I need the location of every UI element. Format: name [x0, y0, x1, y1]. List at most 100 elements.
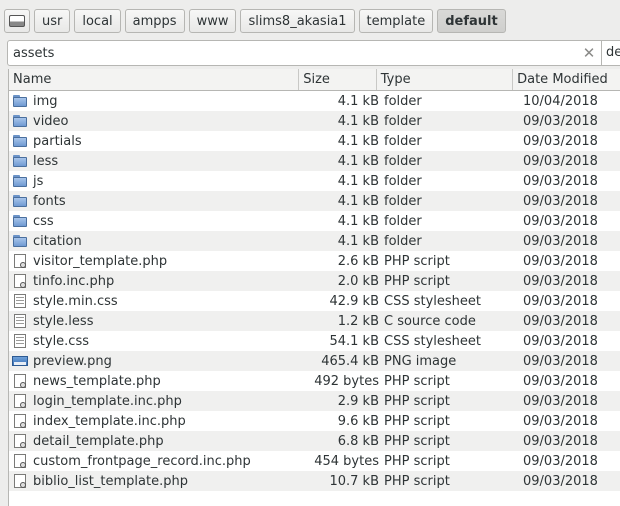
file-row[interactable]: custom_frontpage_record.inc.php 454 bytes… — [9, 451, 620, 471]
file-date-modified: 09/03/2018 — [523, 233, 598, 249]
file-name-cell: detail_template.php — [9, 433, 305, 449]
file-size: 4.1 kB — [337, 173, 379, 189]
doc-icon — [12, 293, 28, 309]
folder-icon — [12, 133, 28, 149]
breadcrumb-slims8-akasia1[interactable]: slims8_akasia1 — [240, 9, 355, 33]
file-name-cell: js — [9, 173, 305, 189]
file-name: visitor_template.php — [33, 253, 168, 269]
breadcrumb-usr[interactable]: usr — [34, 9, 71, 33]
script-icon — [12, 433, 28, 449]
column-header-type[interactable]: Type — [377, 69, 514, 90]
file-row[interactable]: style.min.css 42.9 kB CSS stylesheet 09/03/… — [9, 291, 620, 311]
breadcrumb-ampps[interactable]: ampps — [124, 9, 185, 33]
file-size: 2.6 kB — [337, 253, 379, 269]
file-date-modified: 09/03/2018 — [523, 213, 598, 229]
file-name-cell: style.min.css — [9, 293, 305, 309]
file-size: 4.1 kB — [337, 93, 379, 109]
file-date-modified: 09/03/2018 — [523, 413, 598, 429]
drive-icon — [9, 15, 25, 27]
column-header-name[interactable]: Name — [9, 69, 300, 90]
file-name-cell: partials — [9, 133, 305, 149]
script-icon — [12, 253, 28, 269]
file-date-modified: 09/03/2018 — [523, 273, 598, 289]
secondary-entry[interactable]: de — [602, 40, 620, 66]
file-name: css — [33, 213, 54, 229]
file-size: 4.1 kB — [337, 153, 379, 169]
breadcrumb-local[interactable]: local — [74, 9, 121, 33]
file-row[interactable]: js 4.1 kB folder 09/03/2018 — [9, 171, 620, 191]
file-type: PHP script — [384, 273, 450, 289]
file-date-modified: 09/03/2018 — [523, 133, 598, 149]
file-row[interactable]: citation 4.1 kB folder 09/03/2018 — [9, 231, 620, 251]
file-name-cell: less — [9, 153, 305, 169]
file-name: img — [33, 93, 58, 109]
file-row[interactable]: login_template.inc.php 2.9 kB PHP script 09… — [9, 391, 620, 411]
file-name: preview.png — [33, 353, 112, 369]
file-size: 4.1 kB — [337, 113, 379, 129]
location-input[interactable] — [13, 45, 573, 61]
clear-icon[interactable]: ✕ — [581, 45, 597, 61]
file-name-cell: index_template.inc.php — [9, 413, 305, 429]
file-size: 6.8 kB — [337, 433, 379, 449]
file-row[interactable]: biblio_list_template.php 10.7 kB PHP scrip… — [9, 471, 620, 491]
location-bar: ✕ — [7, 40, 602, 66]
file-size: 10.7 kB — [329, 473, 379, 489]
file-date-modified: 09/03/2018 — [523, 473, 598, 489]
file-row[interactable]: preview.png 465.4 kB PNG image 09/03/2018 — [9, 351, 620, 371]
file-row[interactable]: style.css 54.1 kB CSS stylesheet 09/03/2018 — [9, 331, 620, 351]
file-name-cell: biblio_list_template.php — [9, 473, 305, 489]
file-type: PHP script — [384, 473, 450, 489]
file-name-cell: style.css — [9, 333, 305, 349]
file-row[interactable]: less 4.1 kB folder 09/03/2018 — [9, 151, 620, 171]
file-name: js — [33, 173, 44, 189]
file-date-modified: 09/03/2018 — [523, 373, 598, 389]
file-row[interactable]: partials 4.1 kB folder 09/03/2018 — [9, 131, 620, 151]
file-size: 42.9 kB — [329, 293, 379, 309]
file-name: fonts — [33, 193, 66, 209]
file-name: less — [33, 153, 59, 169]
file-type: CSS stylesheet — [384, 333, 481, 349]
file-size: 1.2 kB — [337, 313, 379, 329]
file-name: partials — [33, 133, 82, 149]
drive-root-button[interactable] — [4, 9, 30, 33]
file-size: 465.4 kB — [321, 353, 379, 369]
file-name: detail_template.php — [33, 433, 164, 449]
file-type: folder — [384, 93, 422, 109]
file-name-cell: preview.png — [9, 353, 305, 369]
file-row[interactable]: img 4.1 kB folder 10/04/2018 — [9, 91, 620, 111]
breadcrumb-template[interactable]: template — [358, 9, 434, 33]
file-row[interactable]: news_template.php 492 bytes PHP script 09/0… — [9, 371, 620, 391]
file-date-modified: 09/03/2018 — [523, 113, 598, 129]
file-name-cell: style.less — [9, 313, 305, 329]
doc-icon — [12, 313, 28, 329]
file-row[interactable]: index_template.inc.php 9.6 kB PHP script 09… — [9, 411, 620, 431]
doc-icon — [12, 333, 28, 349]
file-size: 4.1 kB — [337, 133, 379, 149]
file-size: 4.1 kB — [337, 193, 379, 209]
file-row[interactable]: fonts 4.1 kB folder 09/03/2018 — [9, 191, 620, 211]
script-icon — [12, 453, 28, 469]
file-type: folder — [384, 233, 422, 249]
file-name: video — [33, 113, 69, 129]
file-type: folder — [384, 173, 422, 189]
breadcrumb-default[interactable]: default — [437, 9, 506, 33]
folder-icon — [12, 93, 28, 109]
folder-icon — [12, 193, 28, 209]
column-header-size[interactable]: Size — [299, 69, 377, 90]
file-date-modified: 09/03/2018 — [523, 253, 598, 269]
file-date-modified: 09/03/2018 — [523, 293, 598, 309]
file-type: folder — [384, 213, 422, 229]
breadcrumb-www[interactable]: www — [188, 9, 237, 33]
file-row[interactable]: tinfo.inc.php 2.0 kB PHP script 09/03/2018 — [9, 271, 620, 291]
file-row[interactable]: video 4.1 kB folder 09/03/2018 — [9, 111, 620, 131]
file-type: folder — [384, 193, 422, 209]
file-row[interactable]: visitor_template.php 2.6 kB PHP script 09/0… — [9, 251, 620, 271]
file-date-modified: 09/03/2018 — [523, 453, 598, 469]
folder-icon — [12, 233, 28, 249]
file-row[interactable]: css 4.1 kB folder 09/03/2018 — [9, 211, 620, 231]
file-name-cell: custom_frontpage_record.inc.php — [9, 453, 305, 469]
column-header-date-modified[interactable]: Date Modified — [513, 69, 620, 90]
file-row[interactable]: style.less 1.2 kB C source code 09/03/2018 — [9, 311, 620, 331]
file-name-cell: fonts — [9, 193, 305, 209]
file-row[interactable]: detail_template.php 6.8 kB PHP script 09/03… — [9, 431, 620, 451]
